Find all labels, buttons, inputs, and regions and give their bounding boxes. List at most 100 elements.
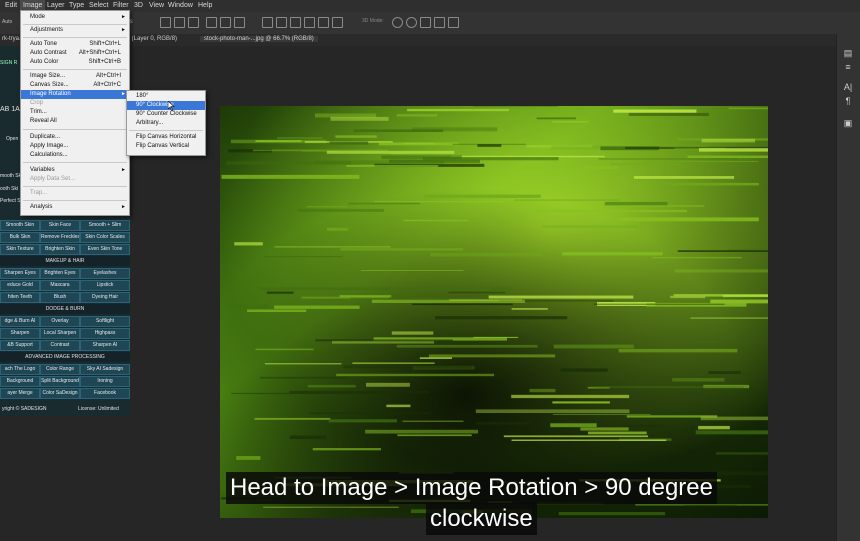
- 3d-scale-icon[interactable]: [448, 17, 459, 28]
- canvas-image[interactable]: [220, 106, 768, 518]
- menu-item-reveal-all[interactable]: Reveal All: [21, 117, 129, 126]
- copyright-text: yright © SADESIGN: [2, 406, 47, 412]
- overlay-button[interactable]: Overlay: [40, 316, 80, 327]
- menu-item-image-rotation[interactable]: Image Rotation ►: [21, 90, 129, 99]
- menu-3d[interactable]: 3D: [134, 2, 143, 9]
- smooth-slim-button[interactable]: Smooth + Slim: [80, 220, 130, 231]
- menu-item-crop[interactable]: Crop: [21, 99, 129, 108]
- menu-item-analysis[interactable]: Analysis ►: [21, 203, 129, 212]
- bulk-skin-button[interactable]: Bulk Skin: [0, 232, 40, 243]
- color-sadesign-button[interactable]: Color SaDesign: [40, 388, 80, 399]
- highpass-button[interactable]: Highpass: [80, 328, 130, 339]
- 3d-pan-icon[interactable]: [420, 17, 431, 28]
- sky-ai-button[interactable]: Sky AI Sadesign: [80, 364, 130, 375]
- adjustments-icon[interactable]: ≡: [841, 62, 855, 72]
- menu-item-variables[interactable]: Variables ►: [21, 166, 129, 175]
- attach-logo-button[interactable]: ach The Logo: [0, 364, 40, 375]
- menu-item-apply-data-set[interactable]: Apply Data Set...: [21, 175, 129, 184]
- split-background-button[interactable]: Split Background: [40, 376, 80, 387]
- menu-item-trap[interactable]: Trap...: [21, 189, 129, 198]
- menu-item-apply-image[interactable]: Apply Image...: [21, 142, 129, 151]
- facebook-button[interactable]: Facebook: [80, 388, 130, 399]
- softlight-button[interactable]: Softlight: [80, 316, 130, 327]
- menu-window[interactable]: Window: [168, 2, 193, 9]
- flip-horizontal-item[interactable]: Flip Canvas Horizontal: [127, 133, 205, 142]
- menu-item-canvas-size[interactable]: Canvas Size... Alt+Ctrl+C: [21, 81, 129, 90]
- 3d-orbit-icon[interactable]: [392, 17, 403, 28]
- menu-item-auto-tone[interactable]: Auto Tone Shift+Ctrl+L: [21, 40, 129, 49]
- menu-item-trim[interactable]: Trim...: [21, 108, 129, 117]
- menu-select[interactable]: Select: [89, 2, 108, 9]
- side-label-2[interactable]: ooth Ski: [0, 186, 18, 192]
- reduce-gold-button[interactable]: educe Gold: [0, 280, 40, 291]
- eyelashes-button[interactable]: Eyelashes: [80, 268, 130, 279]
- menu-type[interactable]: Type: [69, 2, 84, 9]
- blush-button[interactable]: Blush: [40, 292, 80, 303]
- sharpen-eyes-button[interactable]: Sharpen Eyes: [0, 268, 40, 279]
- distribute-bottom-icon[interactable]: [332, 17, 343, 28]
- menu-item-auto-contrast[interactable]: Auto Contrast Alt+Shift+Ctrl+L: [21, 49, 129, 58]
- rotate-90-ccw-item[interactable]: 90° Counter Clockwise: [127, 110, 205, 119]
- layer-merge-button[interactable]: ayer Merge: [0, 388, 40, 399]
- mascara-button[interactable]: Mascara: [40, 280, 80, 291]
- auto-select-label[interactable]: Auto: [2, 19, 12, 25]
- lipstick-button[interactable]: Lipstick: [80, 280, 130, 291]
- menu-help[interactable]: Help: [198, 2, 212, 9]
- menu-edit[interactable]: Edit: [5, 2, 17, 9]
- background-button[interactable]: Background: [0, 376, 40, 387]
- side-label-1[interactable]: mooth Ski: [0, 173, 22, 179]
- rotate-90-cw-item[interactable]: 90° Clockwise: [127, 101, 205, 110]
- distribute-center-icon[interactable]: [276, 17, 287, 28]
- whiten-teeth-button[interactable]: hiten Teeth: [0, 292, 40, 303]
- dyeing-hair-button[interactable]: Dyeing Hair: [80, 292, 130, 303]
- history-icon[interactable]: ▤: [841, 48, 855, 58]
- brighten-eyes-button[interactable]: Brighten Eyes: [40, 268, 80, 279]
- align-bottom-icon[interactable]: [234, 17, 245, 28]
- sharpen-ai-button[interactable]: Sharpen AI: [80, 340, 130, 351]
- align-left-icon[interactable]: [160, 17, 171, 28]
- contrast-button[interactable]: Contrast: [40, 340, 80, 351]
- menu-item-calculations[interactable]: Calculations...: [21, 151, 129, 160]
- menu-item-image-size[interactable]: Image Size... Alt+Ctrl+I: [21, 72, 129, 81]
- section-dodge-burn: DODGE & BURN: [0, 304, 130, 314]
- properties-icon[interactable]: ▣: [841, 118, 855, 128]
- align-top-icon[interactable]: [206, 17, 217, 28]
- menu-item-mode[interactable]: Mode ►: [21, 13, 129, 22]
- align-center-icon[interactable]: [174, 17, 185, 28]
- menu-view[interactable]: View: [149, 2, 164, 9]
- menu-item-duplicate[interactable]: Duplicate...: [21, 133, 129, 142]
- remove-freckles-button[interactable]: Remove Freckles: [40, 232, 80, 243]
- distribute-left-icon[interactable]: [262, 17, 273, 28]
- smooth-skin-button[interactable]: Smooth Skin: [0, 220, 40, 231]
- sharpen-button[interactable]: Sharpen: [0, 328, 40, 339]
- menu-layer[interactable]: Layer: [47, 2, 65, 9]
- bw-support-button[interactable]: &B Support: [0, 340, 40, 351]
- color-range-button[interactable]: Color Range: [40, 364, 80, 375]
- distribute-right-icon[interactable]: [290, 17, 301, 28]
- 3d-mode-label: 3D Mode:: [362, 18, 384, 24]
- skin-texture-button[interactable]: Skin Texture: [0, 244, 40, 255]
- menu-item-adjustments[interactable]: Adjustments ►: [21, 26, 129, 35]
- align-right-icon[interactable]: [188, 17, 199, 28]
- rotate-180-item[interactable]: 180°: [127, 92, 205, 101]
- align-middle-icon[interactable]: [220, 17, 231, 28]
- local-sharpen-button[interactable]: Local Sharpen: [40, 328, 80, 339]
- 3d-slide-icon[interactable]: [434, 17, 445, 28]
- tab-document-2[interactable]: stock-photo-man-...jpg @ 66.7% (RGB/8): [200, 36, 318, 42]
- paragraph-icon[interactable]: ¶: [841, 96, 855, 106]
- brighten-skin-button[interactable]: Brighten Skin: [40, 244, 80, 255]
- character-icon[interactable]: A|: [841, 82, 855, 92]
- even-skin-tone-button[interactable]: Even Skin Tone: [80, 244, 130, 255]
- distribute-top-icon[interactable]: [304, 17, 315, 28]
- distribute-middle-icon[interactable]: [318, 17, 329, 28]
- flip-vertical-item[interactable]: Flip Canvas Vertical: [127, 142, 205, 151]
- 3d-roll-icon[interactable]: [406, 17, 417, 28]
- menu-filter[interactable]: Filter: [113, 2, 129, 9]
- ironing-button[interactable]: Ironing: [80, 376, 130, 387]
- skin-face-button[interactable]: Skin Face: [40, 220, 80, 231]
- skin-color-scales-button[interactable]: Skin Color Scales: [80, 232, 130, 243]
- dodge-burn-ai-button[interactable]: dge & Burn AI: [0, 316, 40, 327]
- menu-item-auto-color[interactable]: Auto Color Shift+Ctrl+B: [21, 58, 129, 67]
- rotate-arbitrary-item[interactable]: Arbitrary...: [127, 119, 205, 128]
- open-button[interactable]: Open: [6, 136, 18, 142]
